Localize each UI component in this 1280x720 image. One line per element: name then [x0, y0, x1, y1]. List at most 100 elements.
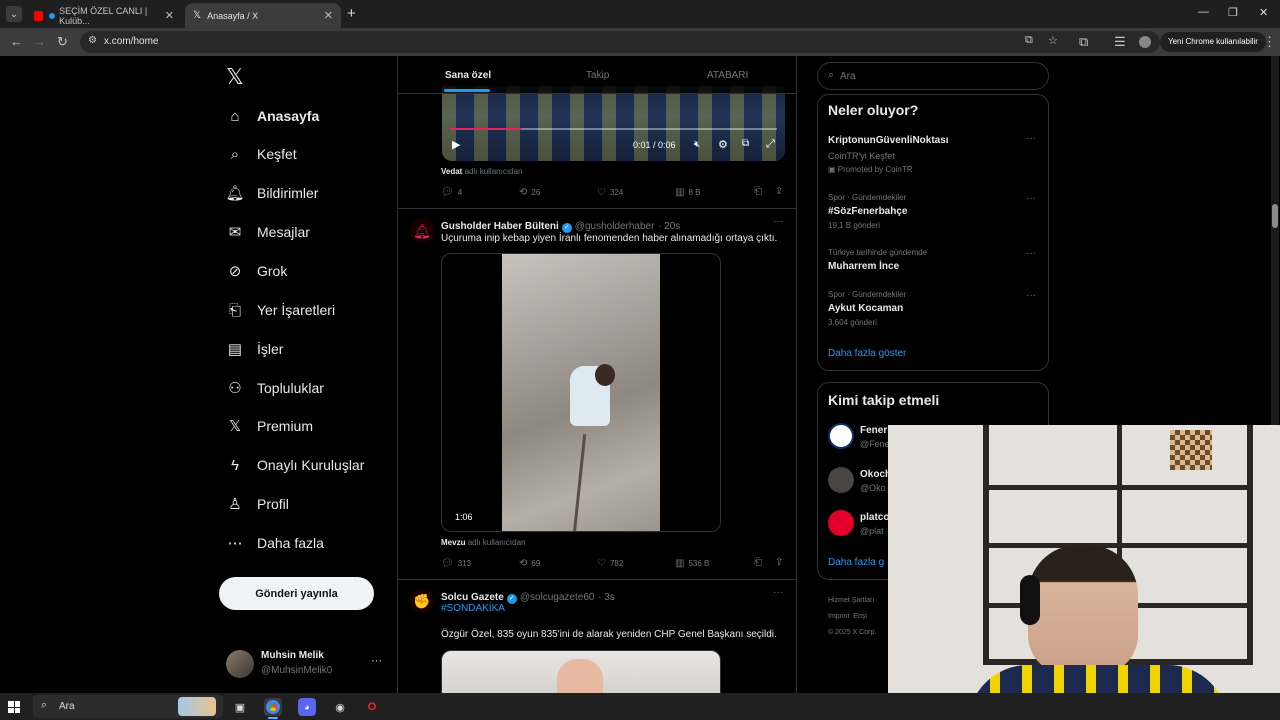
nav-item-i̇şler[interactable]: ▤ İşler	[226, 334, 284, 364]
like-button[interactable]: ♡ 782	[597, 558, 623, 569]
tab-youtube[interactable]: SEÇİM ÖZEL CANLI | Kulüb... ✕	[26, 3, 182, 28]
back-icon[interactable]: ←	[10, 34, 23, 49]
taskbar-search[interactable]: ⌕ Ara	[33, 695, 223, 718]
tab-search-button[interactable]: ⌄	[6, 6, 22, 22]
bookmark-icon[interactable]: ⎗	[754, 186, 762, 197]
nav-item-daha-fazla[interactable]: ⋯ Daha fazla	[226, 528, 324, 558]
tab-for-you[interactable]: Sana özel	[445, 70, 491, 81]
extensions-icon[interactable]: ⧉	[1079, 34, 1088, 50]
person-head	[595, 364, 615, 386]
trend-item[interactable]: Spor · Gündemdekiler Aykut Kocaman 3.604…	[818, 290, 1048, 332]
profile-avatar[interactable]	[1139, 36, 1151, 48]
play-icon[interactable]: ▶	[452, 138, 460, 151]
footer-link[interactable]: Imprint	[828, 613, 849, 620]
nav-item-mesajlar[interactable]: ✉ Mesajlar	[226, 217, 310, 247]
views-button[interactable]: ▥ 536 B	[675, 558, 709, 569]
tweet-header: Solcu Gazete ✓ @solcugazete60 · 3s	[441, 588, 615, 604]
trend-item[interactable]: Türkiye tarihinde gündemde Muharrem İnce…	[818, 248, 1048, 278]
attribution-user[interactable]: Vedat	[441, 167, 462, 176]
bookmark-star-icon[interactable]: ☆	[1048, 34, 1058, 47]
tab-following[interactable]: Takip	[586, 70, 609, 81]
follow-more-link[interactable]: Daha fazla g	[828, 557, 884, 568]
author-name[interactable]: Gusholder Haber Bülteni	[441, 221, 559, 232]
trend-item[interactable]: Spor · Gündemdekiler #SözFenerbahçe 19,1…	[818, 193, 1048, 235]
post-button[interactable]: Gönderi yayınla	[219, 577, 374, 610]
reply-button[interactable]: 💬︎ 313	[441, 558, 471, 569]
trend-item[interactable]: KriptonunGüvenliNoktası CoinTR'yi Keşfet…	[818, 133, 1048, 181]
start-button[interactable]	[8, 701, 20, 713]
attribution-user[interactable]: Mevzu	[441, 538, 465, 547]
site-info-icon[interactable]: ⚙	[88, 35, 97, 46]
obs-taskbar-icon[interactable]: ◉	[331, 698, 349, 716]
x-logo-icon: 𝕏	[228, 418, 242, 435]
reply-button[interactable]: 💬︎ 4	[441, 187, 462, 198]
x-logo-icon[interactable]: 𝕏	[226, 64, 244, 90]
share-icon[interactable]: ⇪	[775, 557, 783, 568]
nav-item-profil[interactable]: ♙ Profil	[226, 489, 289, 519]
tweet-video-player[interactable]: ▶ 0:01 / 0:06 🔇︎ ⚙ ⧉ ⤢	[442, 86, 785, 161]
reload-icon[interactable]: ↻	[57, 34, 68, 50]
search-input[interactable]: ⌕ Ara	[817, 62, 1049, 90]
settings-icon[interactable]: ⚙	[718, 138, 728, 151]
nav-item-yer-i̇şaretleri[interactable]: ⎗ Yer İşaretleri	[226, 295, 335, 325]
minimize-button[interactable]: —	[1198, 6, 1209, 18]
mute-icon[interactable]: 🔇︎	[694, 139, 700, 150]
chrome-taskbar-icon[interactable]	[264, 698, 282, 716]
more-icon[interactable]: ···	[1026, 290, 1036, 301]
new-tab-button[interactable]: +	[347, 5, 356, 22]
more-icon[interactable]: ···	[1026, 248, 1036, 259]
more-icon[interactable]: ···	[773, 216, 783, 227]
search-highlight-icon	[178, 697, 216, 716]
close-tab-icon[interactable]: ✕	[165, 9, 174, 22]
task-view-icon[interactable]: ▣	[231, 698, 249, 716]
tweet-video[interactable]: 1:06	[441, 253, 721, 532]
nav-item-topluluklar[interactable]: ⚇ Topluluklar	[226, 373, 324, 403]
hashtag-link[interactable]: #SONDAKİKA	[441, 603, 505, 614]
tweet-image[interactable]	[441, 650, 721, 693]
fullscreen-icon[interactable]: ⤢	[766, 138, 775, 151]
pip-icon[interactable]: ⧉	[742, 138, 749, 149]
repost-button[interactable]: ⟲ 26	[519, 187, 540, 198]
like-button[interactable]: ♡ 324	[597, 187, 623, 198]
chrome-menu-icon[interactable]: ⋮	[1263, 34, 1276, 50]
reading-list-icon[interactable]: ☰	[1114, 34, 1126, 50]
close-window-button[interactable]: ✕	[1259, 6, 1268, 19]
author-name[interactable]: Solcu Gazete	[441, 592, 504, 603]
show-more-link[interactable]: Daha fazla göster	[828, 348, 906, 359]
nav-item-keşfet[interactable]: ⌕ Keşfet	[226, 139, 297, 169]
footer-link[interactable]: Erişi	[853, 613, 867, 620]
tab-list-atabari[interactable]: ATABARI	[707, 70, 748, 81]
repost-button[interactable]: ⟲ 69	[519, 558, 540, 569]
tweet-time[interactable]: · 3s	[598, 592, 615, 603]
discord-taskbar-icon[interactable]: ◕	[298, 698, 316, 716]
tab-x-home[interactable]: 𝕏 Anasayfa / X ✕	[185, 3, 341, 28]
forward-icon[interactable]: →	[33, 34, 46, 49]
more-icon[interactable]: ···	[371, 655, 382, 667]
more-icon[interactable]: ···	[1026, 133, 1036, 144]
more-icon[interactable]: ···	[1026, 193, 1036, 204]
close-tab-icon[interactable]: ✕	[324, 9, 333, 22]
chrome-update-chip[interactable]: Yeni Chrome kullanılabilir	[1160, 32, 1266, 52]
bookmark-icon[interactable]: ⎗	[754, 557, 762, 568]
scrollbar-thumb[interactable]	[1272, 204, 1278, 228]
nav-item-grok[interactable]: ⊘ Grok	[226, 256, 288, 286]
author-handle[interactable]: @solcugazete60	[520, 592, 595, 603]
share-icon[interactable]: ⇪	[775, 186, 783, 197]
nav-item-bildirimler[interactable]: 🔔︎ Bildirimler	[225, 178, 318, 208]
footer-link[interactable]: Hizmet Şartları	[828, 593, 888, 609]
author-handle[interactable]: @gusholderhaber	[575, 221, 655, 232]
install-icon[interactable]: ⧉	[1025, 34, 1033, 47]
avatar[interactable]: 🔔︎	[410, 219, 434, 243]
avatar[interactable]: ✊	[410, 589, 434, 613]
opera-taskbar-icon[interactable]: O	[363, 698, 381, 716]
restore-button[interactable]: ❐	[1228, 6, 1238, 19]
tweet-time[interactable]: · 20s	[658, 221, 680, 232]
nav-item-onaylı-kuruluşlar[interactable]: ϟ Onaylı Kuruluşlar	[226, 450, 364, 480]
account-switcher[interactable]: Muhsin Melik @MuhsinMelik0 ···	[226, 648, 386, 680]
nav-item-premium[interactable]: 𝕏 Premium	[226, 411, 313, 441]
views-button[interactable]: ▥ 8 B	[675, 187, 700, 198]
video-progress-bar[interactable]	[450, 128, 777, 130]
more-icon[interactable]: ···	[773, 587, 783, 598]
nav-item-anasayfa[interactable]: ⌂ Anasayfa	[226, 101, 319, 131]
address-bar[interactable]: ⚙ x.com/home ⧉ ☆	[80, 31, 1160, 53]
